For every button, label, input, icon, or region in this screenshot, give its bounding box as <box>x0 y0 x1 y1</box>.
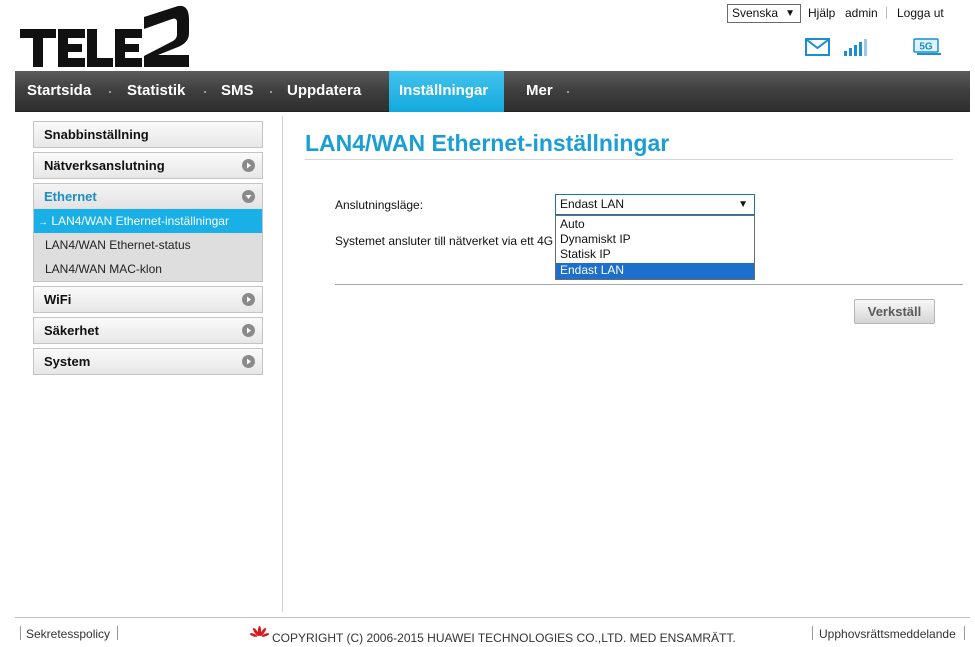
submenu-item-ethernet-status[interactable]: LAN4/WAN Ethernet-status <box>34 233 262 257</box>
connection-mode-value: Endast LAN <box>560 197 625 211</box>
envelope-icon[interactable] <box>805 38 830 61</box>
logout-link[interactable]: Logga ut <box>897 6 944 20</box>
divider <box>964 626 965 640</box>
submenu-item-label: LAN4/WAN MAC-klon <box>45 262 162 276</box>
nav-separator <box>109 91 111 93</box>
sidebar-item-wifi[interactable]: WiFi <box>33 286 263 313</box>
connection-mode-label: Anslutningsläge: <box>335 198 424 212</box>
sidebar-divider <box>282 116 283 612</box>
option-dynamic-ip[interactable]: Dynamiskt IP <box>556 232 754 248</box>
sidebar-item-label: Nätverksanslutning <box>44 158 165 173</box>
connection-mode-dropdown: Auto Dynamiskt IP Statisk IP Endast LAN <box>555 215 755 280</box>
divider <box>117 626 118 640</box>
router-admin-page: { "header": { "logo_text": "TELE2", "lan… <box>0 0 975 647</box>
sidebar-item-label: WiFi <box>44 292 72 307</box>
chevron-down-icon <box>242 190 255 203</box>
nav-mer[interactable]: Mer <box>526 71 553 112</box>
signal-strength-icon <box>844 38 870 61</box>
page-title: LAN4/WAN Ethernet-inställningar <box>305 130 670 156</box>
connection-info-text: Systemet ansluter till nätverket via ett… <box>335 234 554 248</box>
option-lan-only[interactable]: Endast LAN <box>556 263 754 279</box>
nav-sms[interactable]: SMS <box>221 71 254 112</box>
privacy-link[interactable]: Sekretesspolicy <box>26 627 110 641</box>
language-select[interactable]: Svenska ▼ <box>727 4 801 23</box>
copyright-text: COPYRIGHT (C) 2006-2015 HUAWEI TECHNOLOG… <box>272 631 736 645</box>
network-badge-text: 5G <box>919 42 933 53</box>
nav-installningar[interactable]: Inställningar <box>389 71 504 112</box>
nav-uppdatera[interactable]: Uppdatera <box>287 71 361 112</box>
footer-divider <box>15 617 970 618</box>
submenu-item-ethernet-settings[interactable]: → LAN4/WAN Ethernet-inställningar <box>34 209 262 233</box>
nav-separator <box>204 91 206 93</box>
divider <box>886 7 887 19</box>
title-divider <box>305 159 953 160</box>
chevron-right-icon <box>242 324 255 337</box>
user-name: admin <box>845 6 878 20</box>
divider <box>812 626 813 640</box>
connection-mode-select[interactable]: Endast LAN ▼ <box>555 194 755 215</box>
sidebar-item-ethernet[interactable]: Ethernet <box>33 183 263 209</box>
nav-separator <box>567 91 569 93</box>
arrow-right-icon: → <box>38 217 48 228</box>
submenu-item-label: LAN4/WAN Ethernet-status <box>45 238 191 252</box>
chevron-down-icon: ▼ <box>738 199 748 210</box>
sidebar-item-label: System <box>44 354 91 369</box>
sidebar-item-system[interactable]: System <box>33 348 263 375</box>
submenu-item-mac-clone[interactable]: LAN4/WAN MAC-klon <box>34 257 262 281</box>
option-static-ip[interactable]: Statisk IP <box>556 247 754 263</box>
sidebar-item-sakerhet[interactable]: Säkerhet <box>33 317 263 344</box>
form-divider <box>335 284 963 285</box>
tele2-logo <box>20 3 190 71</box>
chevron-right-icon <box>242 355 255 368</box>
sidebar-item-snabbinstallning[interactable]: Snabbinställning <box>33 121 263 148</box>
ethernet-submenu: → LAN4/WAN Ethernet-inställningar LAN4/W… <box>33 208 263 282</box>
option-auto[interactable]: Auto <box>556 217 754 233</box>
copyright-notice-link[interactable]: Upphovsrättsmeddelande <box>819 627 956 641</box>
sidebar-item-natverksanslutning[interactable]: Nätverksanslutning <box>33 152 263 179</box>
nav-statistik[interactable]: Statistik <box>127 71 185 112</box>
nav-separator <box>270 91 272 93</box>
language-value: Svenska <box>732 6 779 20</box>
chevron-right-icon <box>242 293 255 306</box>
huawei-logo-icon <box>249 626 270 643</box>
chevron-right-icon <box>242 159 255 172</box>
help-link[interactable]: Hjälp <box>808 6 835 20</box>
main-nav: Startsida Statistik SMS Uppdatera Instäl… <box>15 71 970 112</box>
chevron-down-icon: ▼ <box>785 8 795 19</box>
sidebar-item-label: Säkerhet <box>44 323 99 338</box>
submenu-item-label: LAN4/WAN Ethernet-inställningar <box>51 214 229 228</box>
sidebar-item-label: Ethernet <box>44 189 97 204</box>
nav-startsida[interactable]: Startsida <box>27 71 91 112</box>
network-5g-icon: 5G <box>913 38 943 61</box>
sidebar-item-label: Snabbinställning <box>44 127 149 142</box>
apply-button[interactable]: Verkställ <box>854 299 935 324</box>
divider <box>20 626 21 640</box>
